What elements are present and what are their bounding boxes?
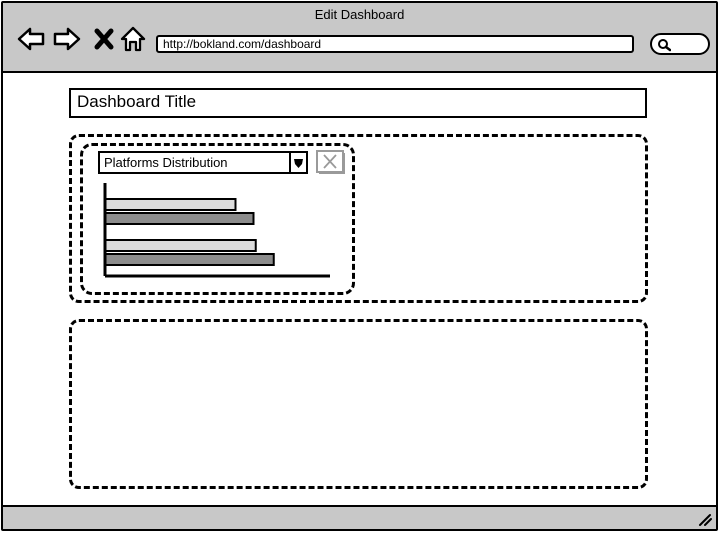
chart-type-select[interactable]: Platforms Distribution	[98, 151, 308, 174]
browser-toolbar: Edit Dashboard http://bokland.com/dashbo…	[3, 3, 716, 73]
home-icon[interactable]	[119, 25, 147, 53]
bar-1-1	[104, 253, 275, 266]
close-icon	[316, 150, 345, 174]
dashboard-panel-bottom[interactable]	[69, 319, 648, 489]
url-input[interactable]: http://bokland.com/dashboard	[156, 35, 634, 53]
search-icon	[658, 39, 671, 52]
dashboard-title-input[interactable]: Dashboard Title	[69, 88, 647, 118]
resize-grip-icon[interactable]	[698, 512, 712, 526]
status-bar	[3, 505, 716, 529]
back-arrow-icon[interactable]	[17, 25, 45, 53]
forward-arrow-icon[interactable]	[53, 25, 81, 53]
chart-type-select-value: Platforms Distribution	[104, 155, 228, 170]
remove-widget-button[interactable]	[316, 150, 346, 175]
window-title: Edit Dashboard	[314, 7, 405, 22]
bar-chart	[103, 183, 330, 278]
bar-1-0	[104, 239, 257, 252]
search-input[interactable]	[650, 33, 710, 55]
bar-0-1	[104, 212, 255, 225]
bar-0-0	[104, 198, 237, 211]
dropdown-arrow-icon[interactable]	[289, 153, 306, 172]
close-x-icon[interactable]	[91, 25, 119, 53]
